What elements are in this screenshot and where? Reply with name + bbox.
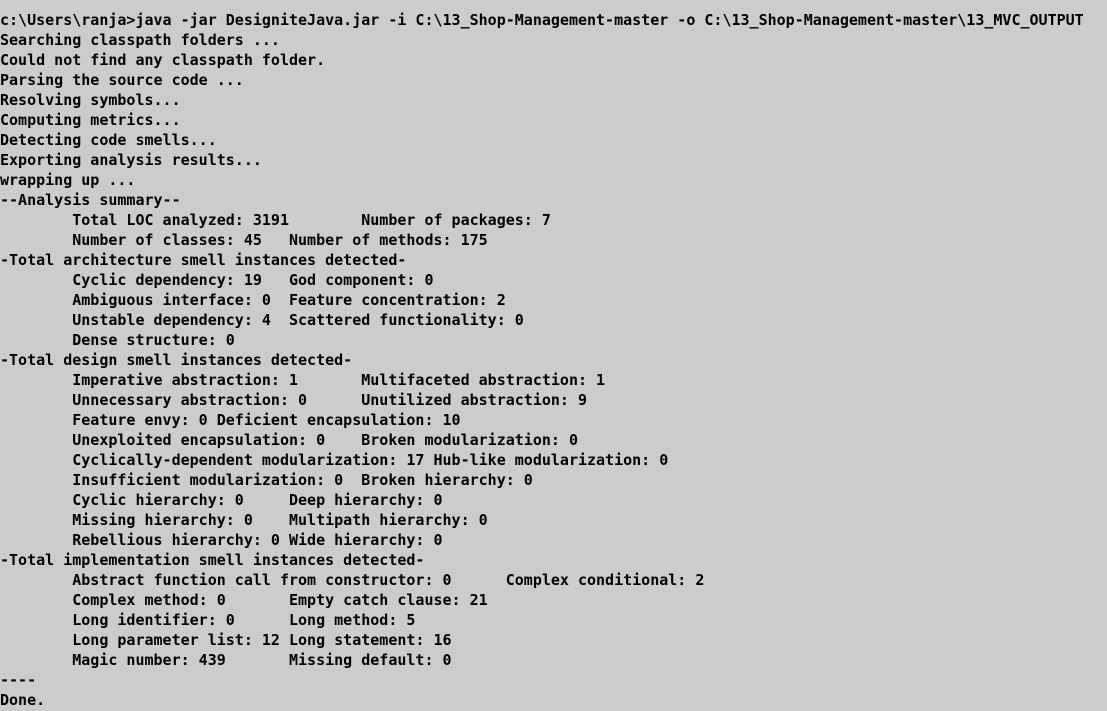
console-line: wrapping up ... bbox=[0, 171, 136, 189]
console-line: Resolving symbols... bbox=[0, 91, 181, 109]
console-separator: ---- bbox=[0, 671, 37, 689]
console-line-done: Done. bbox=[0, 691, 46, 709]
console-line: Parsing the source code ... bbox=[0, 71, 244, 89]
console-line: Number of classes: 45 Number of methods:… bbox=[0, 231, 488, 249]
console-line: Long identifier: 0 Long method: 5 bbox=[0, 611, 416, 629]
console-line: Computing metrics... bbox=[0, 111, 181, 129]
console-line: Searching classpath folders ... bbox=[0, 31, 280, 49]
console-line: Long parameter list: 12 Long statement: … bbox=[0, 631, 452, 649]
console-line: Imperative abstraction: 1 Multifaceted a… bbox=[0, 371, 606, 389]
console-line: Unnecessary abstraction: 0 Unutilized ab… bbox=[0, 391, 587, 409]
console-line: Detecting code smells... bbox=[0, 131, 217, 149]
console-line: Unexploited encapsulation: 0 Broken modu… bbox=[0, 431, 578, 449]
console-line: Abstract function call from constructor:… bbox=[0, 571, 705, 589]
console-line: Magic number: 439 Missing default: 0 bbox=[0, 651, 452, 669]
console-line: Complex method: 0 Empty catch clause: 21 bbox=[0, 591, 488, 609]
console-line-command: c:\Users\ranja>java -jar DesigniteJava.j… bbox=[0, 11, 1084, 29]
console-line: Total LOC analyzed: 3191 Number of packa… bbox=[0, 211, 551, 229]
console-section-heading: -Total architecture smell instances dete… bbox=[0, 251, 407, 269]
console-section-heading: -Total implementation smell instances de… bbox=[0, 551, 425, 569]
console-line: Cyclically-dependent modularization: 17 … bbox=[0, 451, 669, 469]
console-window[interactable]: c:\Users\ranja>java -jar DesigniteJava.j… bbox=[0, 0, 1107, 711]
console-section-heading: -Total design smell instances detected- bbox=[0, 351, 353, 369]
console-line: Rebellious hierarchy: 0 Wide hierarchy: … bbox=[0, 531, 443, 549]
console-line: Cyclic dependency: 19 God component: 0 bbox=[0, 271, 434, 289]
console-line: Insufficient modularization: 0 Broken hi… bbox=[0, 471, 533, 489]
console-line: Cyclic hierarchy: 0 Deep hierarchy: 0 bbox=[0, 491, 443, 509]
console-line: Exporting analysis results... bbox=[0, 151, 262, 169]
console-section-heading: --Analysis summary-- bbox=[0, 191, 181, 209]
console-line: Missing hierarchy: 0 Multipath hierarchy… bbox=[0, 511, 488, 529]
console-line: Unstable dependency: 4 Scattered functio… bbox=[0, 311, 524, 329]
console-line: Feature envy: 0 Deficient encapsulation:… bbox=[0, 411, 461, 429]
console-line: Could not find any classpath folder. bbox=[0, 51, 326, 69]
console-line: Ambiguous interface: 0 Feature concentra… bbox=[0, 291, 506, 309]
console-line: Dense structure: 0 bbox=[0, 331, 235, 349]
